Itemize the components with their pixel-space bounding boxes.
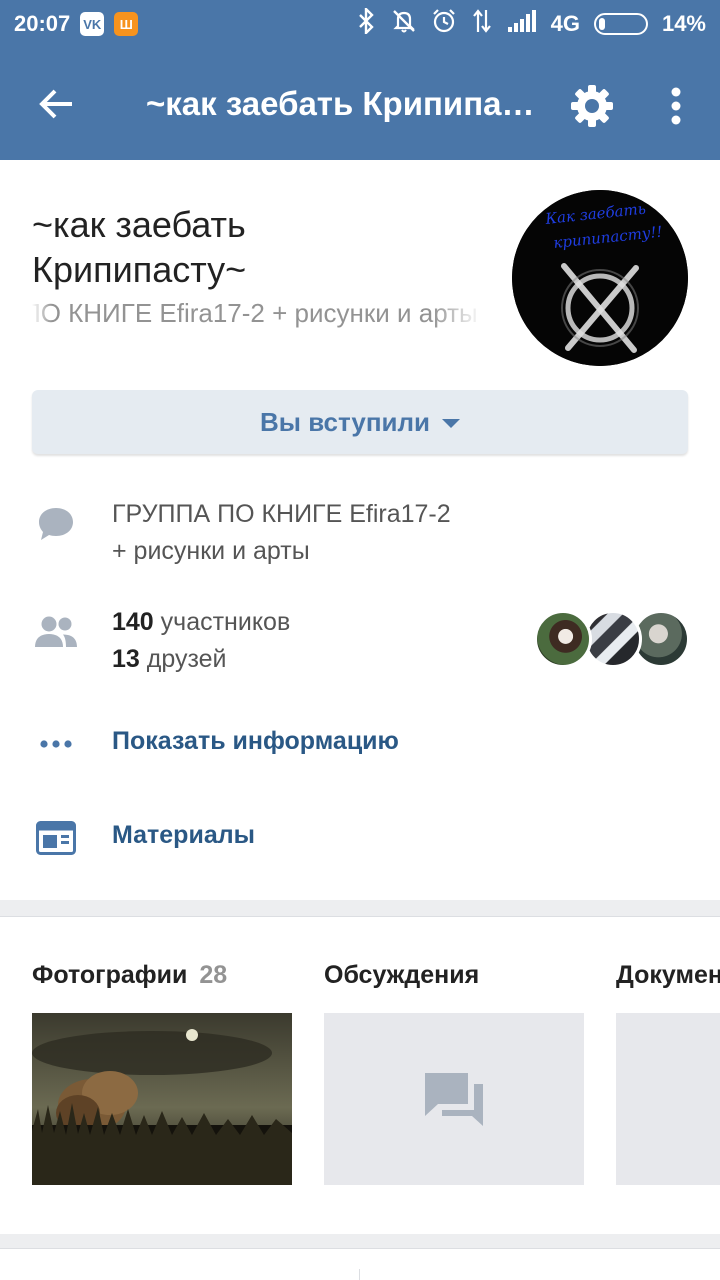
group-description: ГРУППА ПО КНИГЕ Efira17-2 + рисунки и ар… xyxy=(112,496,451,570)
documents-placeholder[interactable] xyxy=(616,1013,720,1185)
app-notification-icon: Ш xyxy=(114,12,139,36)
group-avatar[interactable]: Как заебать крипипасту!! xyxy=(512,190,688,366)
settings-button[interactable] xyxy=(560,74,624,138)
bottom-section-peek xyxy=(0,1248,720,1280)
friends-avatars[interactable] xyxy=(534,610,694,670)
battery-percent: 14% xyxy=(661,11,706,36)
materials-link[interactable]: Материалы xyxy=(112,817,255,854)
muted-bell-icon xyxy=(391,8,417,40)
page-title: ~как заебать Крипипасту~ xyxy=(146,85,546,122)
people-icon xyxy=(32,608,80,656)
discussions-placeholder[interactable] xyxy=(324,1013,584,1185)
group-status-text: ПО КНИГЕ Efira17-2 + рисунки и арты xyxy=(32,298,478,328)
vertical-dots-icon xyxy=(671,87,681,125)
battery-icon xyxy=(593,13,648,35)
gear-icon xyxy=(571,85,613,127)
network-type: 4G xyxy=(550,11,580,36)
chevron-down-icon xyxy=(442,419,461,428)
status-bar: 20:07 VK Ш 4G 14% xyxy=(0,0,720,48)
discussions-title[interactable]: Обсуждения xyxy=(324,961,479,990)
vk-notification-icon: VK xyxy=(80,12,105,36)
show-info-row[interactable]: Показать информацию xyxy=(0,720,720,770)
photo-thumbnail[interactable] xyxy=(32,1013,292,1185)
description-line2: + рисунки и арты xyxy=(112,537,310,565)
members-count-line: 140 участников xyxy=(112,604,290,641)
group-name: ~как заебать Крипипасту~ xyxy=(32,202,472,292)
materials-row[interactable]: Материалы xyxy=(0,814,720,864)
joined-button-label: Вы вступили xyxy=(259,406,431,437)
photos-title[interactable]: Фотографии 28 xyxy=(32,961,227,990)
battery-level xyxy=(598,18,605,30)
description-row: ГРУППА ПО КНИГЕ Efira17-2 + рисунки и ар… xyxy=(0,500,720,580)
group-name-line1: ~как заебать xyxy=(32,204,246,245)
documents-title[interactable]: Документы xyxy=(616,961,720,990)
group-name-line2: Крипипасту~ xyxy=(32,249,247,290)
members-label: участников xyxy=(160,608,291,636)
wiki-page-icon xyxy=(32,814,80,862)
photos-count: 28 xyxy=(199,961,228,989)
members-info: 140 участников 13 друзей xyxy=(112,604,290,678)
friends-label: друзей xyxy=(146,645,227,673)
show-info-link[interactable]: Показать информацию xyxy=(112,723,399,760)
app-header: ~как заебать Крипипасту~ xyxy=(0,48,720,160)
alarm-icon xyxy=(431,8,457,40)
horizontal-dots-icon xyxy=(32,720,80,768)
group-avatar-image: Как заебать крипипасту!! xyxy=(512,190,688,366)
signal-icon xyxy=(507,9,537,39)
group-info-card: ~как заебать Крипипасту~ ПО КНИГЕ Efira1… xyxy=(0,160,720,900)
bluetooth-icon xyxy=(355,6,377,40)
photos-label: Фотографии xyxy=(32,961,188,989)
discussions-icon xyxy=(425,1073,483,1126)
data-arrows-icon xyxy=(471,8,493,40)
back-button[interactable] xyxy=(0,48,112,160)
more-options-button[interactable] xyxy=(644,74,708,138)
status-time: 20:07 xyxy=(14,11,71,36)
friends-count-line: 13 друзей xyxy=(112,641,290,678)
arrow-left-icon xyxy=(39,89,72,119)
group-status: ПО КНИГЕ Efira17-2 + рисунки и арты xyxy=(32,298,482,329)
joined-button[interactable]: Вы вступили xyxy=(32,390,688,454)
media-sections: Фотографии 28 Обсуждения Документы xyxy=(0,916,720,1234)
description-line1: ГРУППА ПО КНИГЕ Efira17-2 xyxy=(112,500,451,528)
photo-image xyxy=(32,1013,292,1185)
friend-avatar xyxy=(584,610,642,668)
friends-count: 13 xyxy=(112,645,140,673)
friend-avatar xyxy=(534,610,592,668)
members-count: 140 xyxy=(112,608,154,636)
divider xyxy=(359,1269,360,1280)
comment-icon xyxy=(32,500,80,548)
